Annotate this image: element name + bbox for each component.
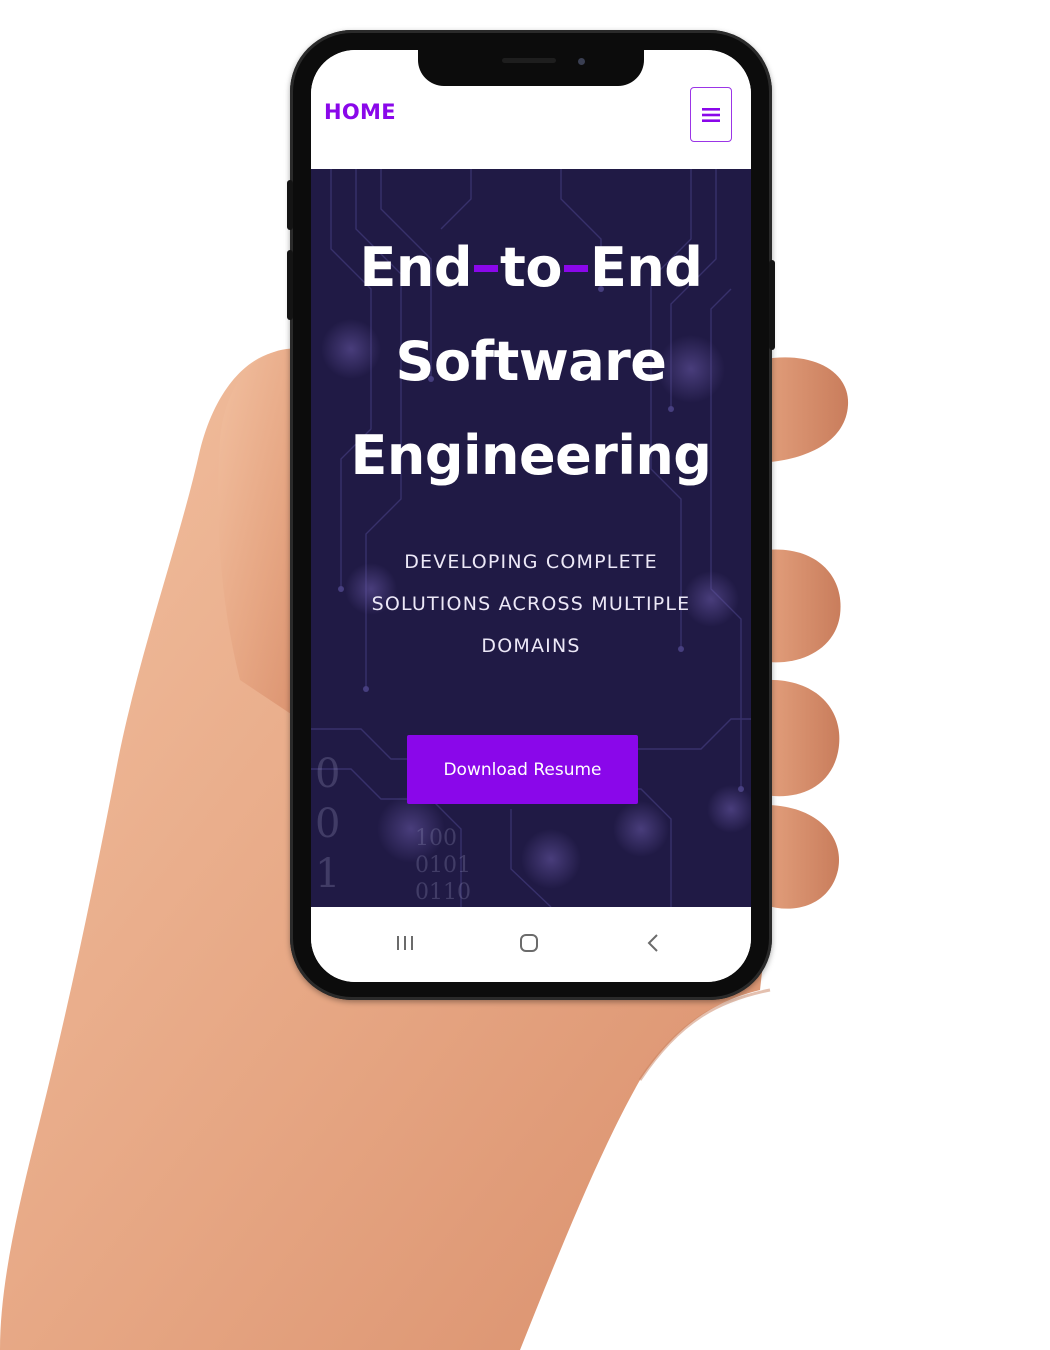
- hero-section: 0 0 1 100 0101 0110 End to End Software En…: [311, 169, 751, 907]
- back-chevron-icon: [647, 934, 658, 952]
- accent-dash: [563, 264, 588, 272]
- binary-digit: 0110: [415, 880, 471, 905]
- brand-home-link[interactable]: HOME: [324, 100, 396, 124]
- binary-digit: 100: [415, 826, 457, 851]
- home-nav-button[interactable]: [511, 925, 547, 961]
- hero-title-line-1: End to End: [311, 221, 751, 315]
- hamburger-menu-icon: [702, 107, 720, 122]
- recent-apps-button[interactable]: [387, 925, 423, 961]
- hero-title-word: to: [500, 236, 562, 299]
- phone-side-button: [769, 260, 775, 350]
- speaker-grille: [502, 58, 556, 63]
- phone-side-button: [287, 180, 293, 230]
- hero-title-word: End: [589, 236, 703, 299]
- binary-digit: 0: [315, 751, 341, 797]
- binary-digit: 0: [315, 801, 341, 847]
- download-resume-button[interactable]: Download Resume: [407, 735, 638, 804]
- binary-digit: 1: [315, 851, 341, 897]
- home-circle-icon: [520, 934, 538, 952]
- hero-title-line-3: Engineering: [350, 424, 712, 487]
- accent-dash: [474, 264, 499, 272]
- phone-side-button: [287, 250, 293, 320]
- hero-subtitle-line: DEVELOPING COMPLETE: [404, 551, 658, 573]
- phone-screen: HOME 0 0 1 100 0101 0110 End to End Soft…: [311, 50, 751, 982]
- hero-title-line-2: Software: [395, 330, 667, 393]
- back-nav-button[interactable]: [635, 925, 671, 961]
- hero-title: End to End Software Engineering: [311, 221, 751, 503]
- system-navigation-bar: [311, 907, 751, 982]
- camera-icon: [578, 58, 585, 65]
- hero-subtitle-line: DOMAINS: [481, 635, 581, 657]
- hero-subtitle-line: SOLUTIONS ACROSS MULTIPLE: [371, 593, 691, 615]
- binary-decoration-left: 0 0 1: [315, 749, 340, 899]
- hero-subtitle: DEVELOPING COMPLETE SOLUTIONS ACROSS MUL…: [331, 541, 731, 667]
- binary-decoration-right: 100 0101 0110: [415, 825, 471, 906]
- menu-toggle-button[interactable]: [690, 87, 732, 142]
- recent-apps-icon: [397, 936, 413, 950]
- hero-title-word: End: [359, 236, 473, 299]
- mockup-stage: HOME 0 0 1 100 0101 0110 End to End Soft…: [0, 0, 1050, 1350]
- binary-digit: 0101: [415, 853, 471, 878]
- phone-notch: [418, 50, 644, 86]
